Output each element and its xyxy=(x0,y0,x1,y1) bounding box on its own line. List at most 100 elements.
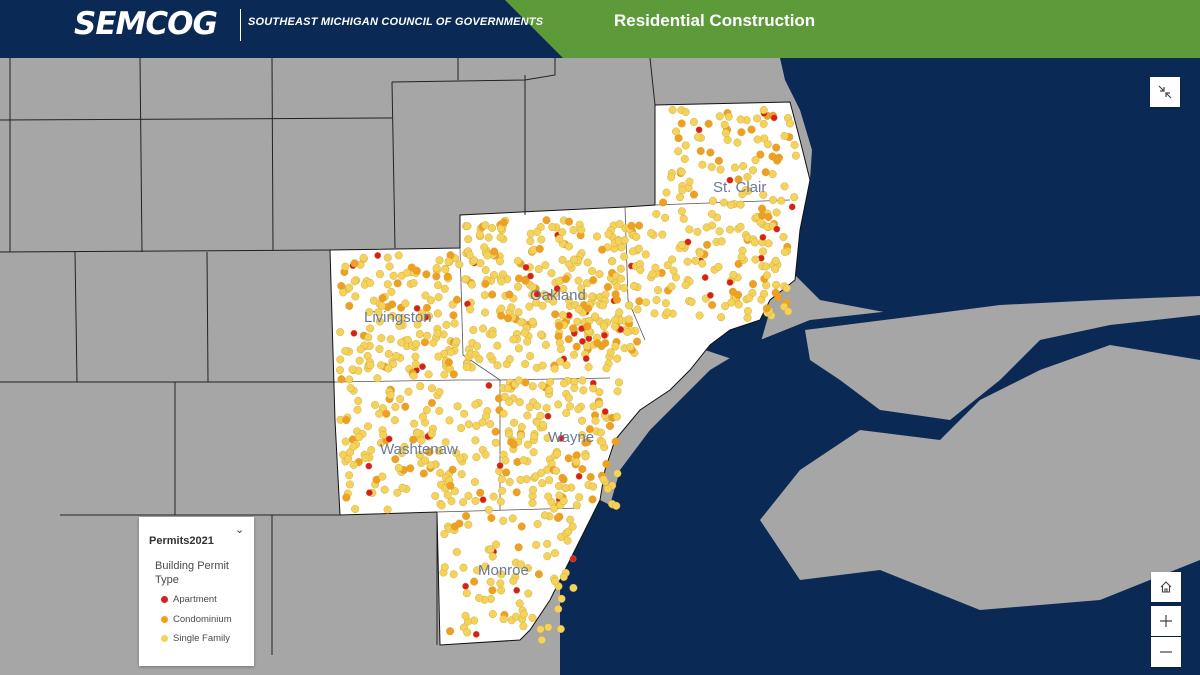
permit-point[interactable] xyxy=(739,162,748,171)
permit-point[interactable] xyxy=(648,270,657,279)
permit-point[interactable] xyxy=(472,630,480,638)
permit-point[interactable] xyxy=(756,218,765,227)
permit-point[interactable] xyxy=(493,341,502,350)
permit-point[interactable] xyxy=(790,193,799,202)
permit-point[interactable] xyxy=(573,317,582,326)
permit-point[interactable] xyxy=(683,257,692,266)
permit-point[interactable] xyxy=(551,310,560,319)
permit-point[interactable] xyxy=(568,522,577,531)
permit-point[interactable] xyxy=(791,151,800,160)
permit-point[interactable] xyxy=(599,475,608,484)
permit-point[interactable] xyxy=(452,548,461,557)
permit-point[interactable] xyxy=(502,468,511,477)
permit-point[interactable] xyxy=(780,247,789,256)
permit-point[interactable] xyxy=(375,345,384,354)
permit-point[interactable] xyxy=(728,287,737,296)
permit-point[interactable] xyxy=(570,384,579,393)
permit-point[interactable] xyxy=(378,294,387,303)
permit-point[interactable] xyxy=(413,429,422,438)
permit-point[interactable] xyxy=(782,284,791,293)
permit-point[interactable] xyxy=(615,378,624,387)
permit-point[interactable] xyxy=(517,318,526,327)
permit-point[interactable] xyxy=(636,266,645,275)
permit-point[interactable] xyxy=(601,331,608,339)
permit-point[interactable] xyxy=(383,253,392,262)
permit-point[interactable] xyxy=(386,335,395,344)
permit-point[interactable] xyxy=(529,448,538,457)
permit-point[interactable] xyxy=(459,498,468,507)
permit-point[interactable] xyxy=(412,266,421,275)
permit-point[interactable] xyxy=(349,460,358,469)
permit-point[interactable] xyxy=(759,106,768,115)
permit-point[interactable] xyxy=(620,284,629,293)
permit-point[interactable] xyxy=(786,119,795,128)
permit-point[interactable] xyxy=(772,280,781,289)
permit-point[interactable] xyxy=(366,278,375,287)
permit-point[interactable] xyxy=(480,291,489,300)
permit-point[interactable] xyxy=(661,299,670,308)
permit-point[interactable] xyxy=(779,232,788,241)
permit-point[interactable] xyxy=(736,200,745,209)
permit-point[interactable] xyxy=(647,229,656,238)
permit-point[interactable] xyxy=(345,375,354,384)
permit-point[interactable] xyxy=(537,235,546,244)
permit-point[interactable] xyxy=(543,552,552,561)
permit-point[interactable] xyxy=(467,280,476,289)
permit-point[interactable] xyxy=(433,329,442,338)
permit-point[interactable] xyxy=(533,402,542,411)
permit-point[interactable] xyxy=(488,610,497,619)
permit-point[interactable] xyxy=(768,169,777,178)
permit-point[interactable] xyxy=(558,228,567,237)
permit-point[interactable] xyxy=(625,301,634,310)
permit-point[interactable] xyxy=(588,267,597,276)
permit-point[interactable] xyxy=(558,311,567,320)
permit-point[interactable] xyxy=(496,233,505,242)
permit-point[interactable] xyxy=(488,290,497,299)
permit-point[interactable] xyxy=(753,114,762,123)
permit-point[interactable] xyxy=(466,305,475,314)
permit-point[interactable] xyxy=(355,356,364,365)
permit-point[interactable] xyxy=(497,277,506,286)
permit-point[interactable] xyxy=(499,409,508,418)
permit-point[interactable] xyxy=(476,488,485,497)
permit-point[interactable] xyxy=(601,408,609,415)
permit-point[interactable] xyxy=(493,361,502,370)
permit-point[interactable] xyxy=(759,289,768,298)
permit-point[interactable] xyxy=(537,330,546,339)
permit-point[interactable] xyxy=(599,322,608,331)
permit-point[interactable] xyxy=(720,120,729,129)
permit-point[interactable] xyxy=(448,465,457,474)
permit-point[interactable] xyxy=(415,330,424,339)
permit-point[interactable] xyxy=(375,409,384,418)
permit-point[interactable] xyxy=(496,257,505,266)
permit-point[interactable] xyxy=(676,193,685,202)
permit-point[interactable] xyxy=(459,563,468,572)
permit-point[interactable] xyxy=(365,489,373,497)
permit-point[interactable] xyxy=(475,230,484,239)
permit-point[interactable] xyxy=(345,283,354,292)
permit-point[interactable] xyxy=(775,153,784,162)
permit-point[interactable] xyxy=(445,416,454,425)
permit-point[interactable] xyxy=(514,344,523,353)
permit-point[interactable] xyxy=(593,339,602,348)
permit-point[interactable] xyxy=(780,182,789,191)
permit-point[interactable] xyxy=(630,282,639,291)
permit-point[interactable] xyxy=(569,226,578,235)
permit-point[interactable] xyxy=(730,163,739,172)
permit-point[interactable] xyxy=(780,131,789,140)
permit-point[interactable] xyxy=(698,160,707,169)
permit-point[interactable] xyxy=(541,261,550,270)
permit-point[interactable] xyxy=(578,465,587,474)
permit-point[interactable] xyxy=(349,442,358,451)
permit-point[interactable] xyxy=(480,243,489,252)
permit-point[interactable] xyxy=(526,352,535,361)
permit-point[interactable] xyxy=(475,593,484,602)
permit-point[interactable] xyxy=(394,251,403,260)
permit-point[interactable] xyxy=(427,398,436,407)
permit-point[interactable] xyxy=(366,361,375,370)
permit-point[interactable] xyxy=(535,244,544,253)
permit-point[interactable] xyxy=(633,337,642,346)
permit-point[interactable] xyxy=(551,549,560,558)
permit-point[interactable] xyxy=(541,340,550,349)
permit-point[interactable] xyxy=(764,212,773,221)
